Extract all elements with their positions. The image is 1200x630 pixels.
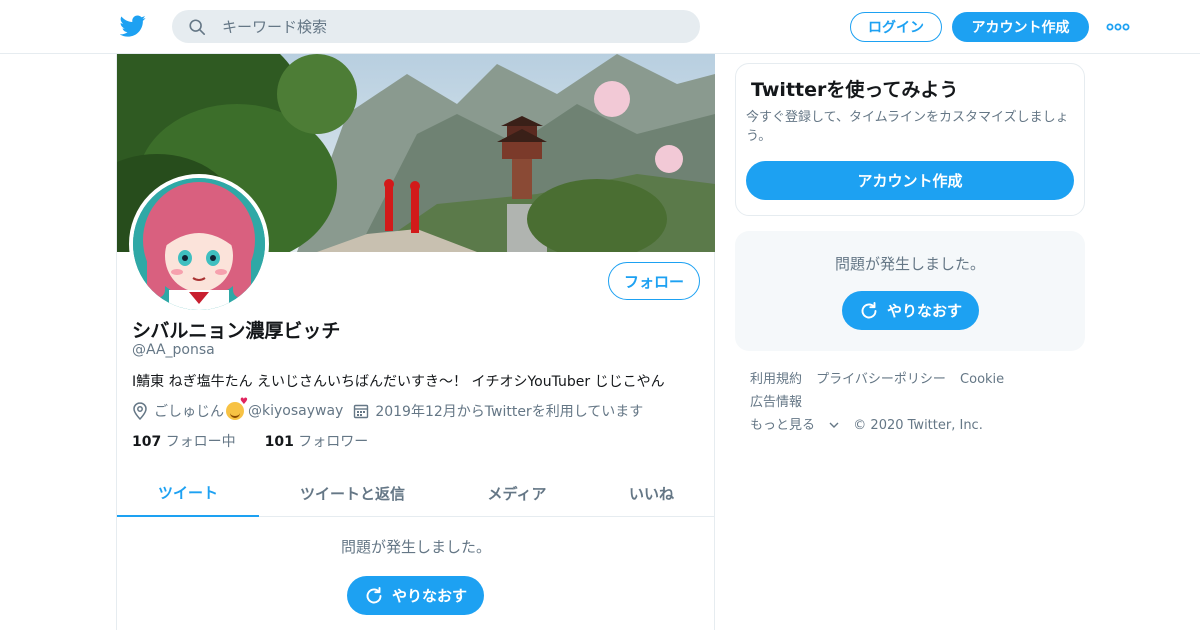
timeline-error-message: 問題が発生しました。 <box>340 538 491 556</box>
location-pin-icon <box>133 402 147 420</box>
calendar-icon <box>354 404 369 419</box>
footer-link-terms[interactable]: 利用規約 <box>750 372 802 387</box>
signup-promo-card: Twitterを使ってみよう 今すぐ登録して、タイムラインをカスタマイズしましょ… <box>735 63 1085 216</box>
footer-link-privacy[interactable]: プライバシーポリシー <box>816 372 946 387</box>
tab-media[interactable]: メディア <box>446 469 588 517</box>
login-button[interactable]: ログイン <box>850 12 942 42</box>
timeline-retry-label: やりなおす <box>391 587 467 605</box>
more-dots-icon[interactable] <box>1106 18 1130 36</box>
sidebar-error-message: 問題が発生しました。 <box>834 255 985 273</box>
sidebar-error-card: 問題が発生しました。 やりなおす <box>735 231 1085 351</box>
profile-bio: I鯖東 ねぎ塩牛たん えいじさんいちばんだいすき〜！ イチオシYouTuber … <box>132 374 665 390</box>
sidebar-retry-button[interactable]: やりなおす <box>842 291 979 330</box>
search-icon <box>189 19 206 36</box>
chevron-down-icon <box>829 422 839 428</box>
profile-column: フォロー シバルニョン濃厚ビッチ @AA_ponsa I鯖東 ねぎ塩牛たん えい… <box>116 54 715 630</box>
search-box[interactable] <box>172 10 700 43</box>
profile-tabs: ツイート ツイートと返信 メディア いいね <box>117 469 715 517</box>
profile-location: ごしゅじん <box>154 404 224 420</box>
profile-meta: ごしゅじん @kiyosayway 2019年12月からTwitterを利用して… <box>132 397 644 421</box>
footer-link-cookie[interactable]: Cookie <box>960 372 1004 387</box>
tab-tweets[interactable]: ツイート <box>117 469 259 517</box>
twitter-bird-icon[interactable] <box>120 13 146 39</box>
refresh-icon <box>861 301 877 318</box>
refresh-icon <box>366 586 382 603</box>
profile-location-link[interactable]: @kiyosayway <box>248 403 343 419</box>
followers-count-link[interactable]: 101 フォロワー <box>265 434 369 450</box>
signup-promo-description: 今すぐ登録して、タイムラインをカスタマイズしましょう。 <box>746 110 1069 144</box>
follow-button[interactable]: フォロー <box>608 262 700 300</box>
profile-joined-date: 2019年12月からTwitterを利用しています <box>375 404 644 420</box>
tab-likes[interactable]: いいね <box>588 469 715 517</box>
following-count-link[interactable]: 107 フォロー中 <box>132 434 236 450</box>
profile-avatar[interactable] <box>129 174 269 314</box>
timeline-retry-button[interactable]: やりなおす <box>347 576 484 615</box>
footer-link-ads[interactable]: 広告情報 <box>750 395 802 410</box>
profile-handle: @AA_ponsa <box>132 342 215 358</box>
sidebar-signup-button[interactable]: アカウント作成 <box>746 161 1074 200</box>
footer-link-more[interactable]: もっと見る <box>750 418 839 433</box>
signup-button[interactable]: アカウント作成 <box>952 12 1089 42</box>
profile-name: シバルニョン濃厚ビッチ <box>132 320 341 342</box>
profile-follow-counts: 107 フォロー中 101 フォロワー <box>132 431 368 451</box>
search-input[interactable] <box>222 10 682 43</box>
footer-links: 利用規約 プライバシーポリシー Cookie 広告情報 もっと見る © 2020… <box>750 368 1080 437</box>
footer-copyright: © 2020 Twitter, Inc. <box>853 418 983 433</box>
smiling-hearts-emoji-icon <box>226 397 248 420</box>
top-navigation-bar: ログイン アカウント作成 <box>0 0 1200 54</box>
sidebar-retry-label: やりなおす <box>886 302 962 320</box>
signup-promo-title: Twitterを使ってみよう <box>751 79 959 101</box>
tab-tweets-and-replies[interactable]: ツイートと返信 <box>259 469 446 517</box>
